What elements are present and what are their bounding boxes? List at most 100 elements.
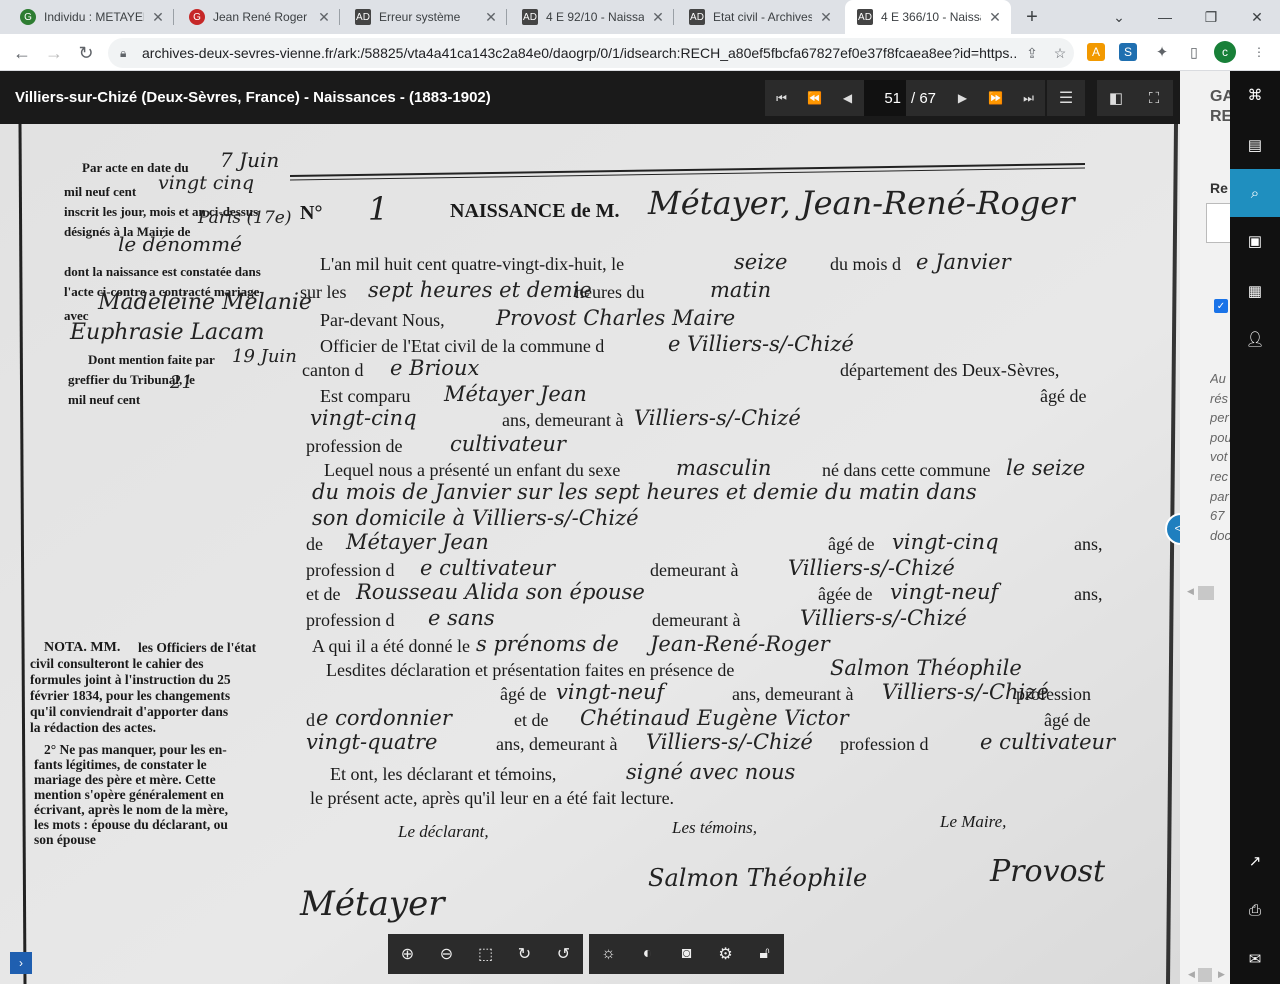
handwritten-text: le seize xyxy=(1006,456,1086,480)
close-tab-icon[interactable]: ✕ xyxy=(650,9,666,25)
printed-text: le présent acte, après qu'il leur en a é… xyxy=(310,788,675,808)
forward-icon[interactable]: → xyxy=(40,39,68,67)
scroll-right-small-icon[interactable]: ▶ xyxy=(1218,969,1225,980)
thumbnails-icon[interactable]: ▦ xyxy=(1230,267,1280,315)
close-tab-icon[interactable]: ✕ xyxy=(483,9,499,25)
settings-icon[interactable]: ⚙ xyxy=(706,934,745,974)
tab-title: 4 E 92/10 - Naissan xyxy=(546,10,644,24)
fast-forward-icon[interactable]: ⏩ xyxy=(979,80,1012,116)
zoom-out-icon[interactable]: ⊖ xyxy=(427,934,466,974)
nota-line: fants légitimes, de constater le xyxy=(34,757,207,772)
zoom-region-icon[interactable]: ⬚ xyxy=(466,934,505,974)
scroll-left-small-icon[interactable]: ◀ xyxy=(1188,969,1195,980)
prev-icon[interactable]: ◀ xyxy=(831,80,864,116)
tool-icon-bar: ⌘ ▤ ⌕ ▣ ▦ 👤︎ ↗ ⎙ ✉ xyxy=(1230,71,1280,984)
feedback-icon[interactable]: ✉ xyxy=(1230,935,1280,983)
act-name: Métayer, Jean-René-Roger xyxy=(648,184,1075,222)
side-panel-bottom-scroll[interactable]: ◀ ▶ xyxy=(1188,968,1228,982)
bottom-scroll-thumb[interactable] xyxy=(1198,968,1212,982)
menu-kebab-icon[interactable]: ⋮ xyxy=(1248,41,1270,63)
new-tab-button[interactable]: + xyxy=(1020,5,1044,29)
split-view-icon[interactable]: ◧ xyxy=(1097,80,1135,116)
act-number: 1 xyxy=(368,190,389,228)
handwritten-text: masculin xyxy=(676,456,772,480)
text-recognition-icon[interactable]: ▣ xyxy=(1230,217,1280,265)
printed-text: âgé de xyxy=(1040,386,1087,406)
side-panel-title: GA ET RE xyxy=(1210,88,1230,125)
minimize-icon[interactable]: — xyxy=(1142,0,1188,34)
browser-tab[interactable]: G Jean René Roger M ✕ xyxy=(177,0,340,34)
side-panel-label: Re xyxy=(1210,180,1228,196)
printed-text: et de xyxy=(514,710,549,730)
close-tab-icon[interactable]: ✕ xyxy=(818,9,834,25)
tab-title: Individu : METAYER xyxy=(44,10,144,24)
unlock-icon[interactable]: 🔓︎ xyxy=(745,934,784,974)
browser-tab[interactable]: AD 4 E 366/10 - Naissa ✕ xyxy=(845,0,1011,34)
printed-text: Par-devant Nous, xyxy=(320,310,445,330)
nota-line: mariage des père et mère. Cette xyxy=(34,772,216,787)
margin-handwriting: 19 Juin xyxy=(232,346,297,367)
rotate-right-icon[interactable]: ↻ xyxy=(505,934,544,974)
fullscreen-icon[interactable]: ⛶ xyxy=(1135,80,1173,116)
browser-tab[interactable]: AD Etat civil - Archives ✕ xyxy=(677,0,842,34)
first-page-icon[interactable]: ⏮ xyxy=(765,80,798,116)
page-indicator: 51 / 67 xyxy=(864,80,946,116)
handwritten-text: matin xyxy=(710,278,772,302)
profile-avatar[interactable]: c xyxy=(1214,41,1236,63)
list-view-icon[interactable]: ☰ xyxy=(1047,80,1085,116)
extension-a-icon[interactable]: A xyxy=(1087,43,1105,61)
expand-left-panel-button[interactable]: › xyxy=(10,952,32,974)
printed-text: âgée de xyxy=(818,584,873,604)
restore-icon[interactable]: ❐ xyxy=(1188,0,1234,34)
search-image-icon[interactable]: ⌕ xyxy=(1230,169,1280,217)
reload-icon[interactable]: ↻ xyxy=(72,39,100,67)
document-info-icon[interactable]: ▤ xyxy=(1230,121,1280,169)
rotate-left-icon[interactable]: ↺ xyxy=(544,934,583,974)
printed-text: âgé de xyxy=(500,684,547,704)
tab-title: Erreur système xyxy=(379,10,461,24)
close-window-icon[interactable]: ✕ xyxy=(1234,0,1280,34)
contrast-icon[interactable]: ◐ xyxy=(628,934,667,974)
printed-text: Est comparu xyxy=(320,386,411,406)
close-tab-icon[interactable]: ✕ xyxy=(150,9,166,25)
extension-s-icon[interactable]: S xyxy=(1119,43,1137,61)
print-icon[interactable]: ⎙ xyxy=(1230,886,1280,934)
side-panel-icon[interactable]: ▯ xyxy=(1183,41,1205,63)
side-panel-line: doc xyxy=(1210,527,1230,543)
handwritten-text: du mois de Janvier sur les sept heures e… xyxy=(312,480,977,504)
printed-text: canton d xyxy=(302,360,364,380)
address-bar[interactable]: 🔒︎ archives-deux-sevres-vienne.fr/ark:/5… xyxy=(108,38,1074,68)
scroll-left-icon[interactable]: ◀ xyxy=(1187,586,1194,597)
page-total: / 67 xyxy=(911,89,937,107)
browser-tab[interactable]: G Individu : METAYER ✕ xyxy=(8,0,174,34)
invert-icon[interactable]: ◙ xyxy=(667,934,706,974)
tab-search-icon[interactable]: ⌄ xyxy=(1096,0,1142,34)
share-icon[interactable]: ⇪ xyxy=(1018,45,1046,62)
fast-rewind-icon[interactable]: ⏪ xyxy=(798,80,831,116)
brightness-icon[interactable]: ☼ xyxy=(589,934,628,974)
side-panel-checkbox[interactable]: ✓ xyxy=(1214,299,1228,313)
side-panel-input[interactable] xyxy=(1206,203,1230,243)
archive-doc-icon: AD xyxy=(689,9,705,25)
side-panel-scrollbar[interactable] xyxy=(1198,586,1214,600)
close-tab-icon[interactable]: ✕ xyxy=(316,9,332,25)
page-number-input[interactable]: 51 xyxy=(864,80,906,116)
zoom-in-icon[interactable]: ⊕ xyxy=(388,934,427,974)
browser-tab[interactable]: AD Erreur système ✕ xyxy=(343,0,507,34)
extensions-puzzle-icon[interactable]: ✦ xyxy=(1151,41,1173,63)
printed-text: du mois d xyxy=(830,254,902,274)
handwritten-text: vingt-cinq xyxy=(892,530,999,554)
act-no-label: N° xyxy=(300,202,323,224)
person-icon[interactable]: 👤︎ xyxy=(1230,315,1280,363)
bookmark-star-icon[interactable]: ☆ xyxy=(1046,45,1074,62)
browser-tab[interactable]: AD 4 E 92/10 - Naissan ✕ xyxy=(510,0,674,34)
close-tab-icon[interactable]: ✕ xyxy=(987,9,1003,25)
browser-toolbar: ← → ↻ 🔒︎ archives-deux-sevres-vienne.fr/… xyxy=(0,34,1280,71)
last-page-icon[interactable]: ⏭ xyxy=(1012,80,1045,116)
page-navigation: ⏮ ⏪ ◀ 51 / 67 ▶ ⏩ ⏭ xyxy=(765,80,1046,116)
language-icon[interactable]: ⌘ xyxy=(1230,71,1280,119)
share-icon-2[interactable]: ↗ xyxy=(1230,837,1280,885)
back-icon[interactable]: ← xyxy=(8,39,36,67)
next-icon[interactable]: ▶ xyxy=(946,80,979,116)
document-viewer[interactable]: Par acte en date du mil neuf cent inscrit … xyxy=(0,124,1180,984)
